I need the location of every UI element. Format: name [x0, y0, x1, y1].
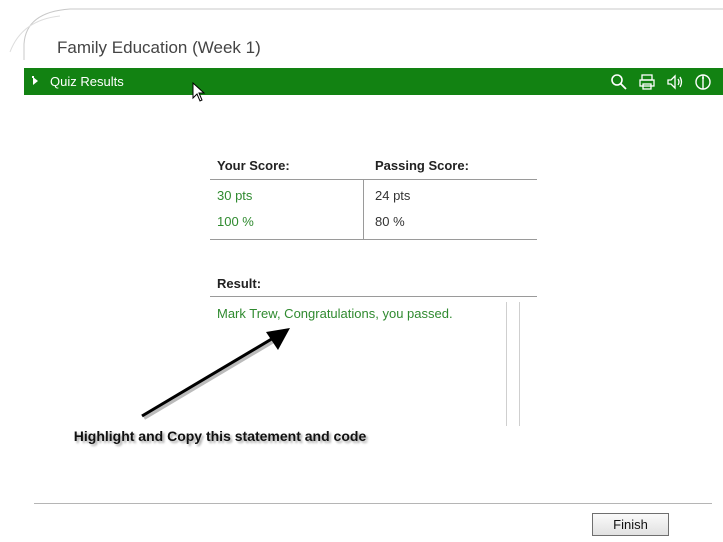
- result-scrollbar[interactable]: [506, 302, 520, 426]
- search-icon[interactable]: [607, 70, 631, 93]
- your-score-header: Your Score:: [217, 158, 290, 173]
- audio-icon[interactable]: [663, 70, 687, 93]
- table-bottom-divider: [210, 239, 537, 240]
- quiz-window: Family Education (Week 1) Quiz Results Y…: [0, 0, 723, 542]
- info-icon[interactable]: [691, 70, 715, 93]
- finish-button[interactable]: Finish: [592, 513, 669, 536]
- course-title: Family Education (Week 1): [57, 38, 261, 57]
- expand-arrow-icon[interactable]: [31, 75, 41, 87]
- passing-percent: 80 %: [375, 214, 405, 229]
- result-label: Result:: [217, 276, 262, 291]
- mouse-cursor-icon: [192, 82, 206, 102]
- result-divider: [210, 296, 537, 297]
- annotation-arrow: [141, 328, 290, 420]
- header-divider: [210, 179, 537, 180]
- passing-score-header: Passing Score:: [375, 158, 469, 173]
- your-points: 30 pts: [217, 188, 253, 203]
- footer-divider: [34, 503, 712, 504]
- column-divider: [363, 180, 364, 240]
- annotation-text: Highlight and Copy this statement and co…: [73, 428, 367, 444]
- quiz-results-label: Quiz Results: [50, 74, 124, 89]
- your-percent: 100 %: [217, 214, 254, 229]
- print-icon[interactable]: [635, 70, 659, 93]
- passing-points: 24 pts: [375, 188, 411, 203]
- quiz-results-bar: Quiz Results: [24, 68, 723, 95]
